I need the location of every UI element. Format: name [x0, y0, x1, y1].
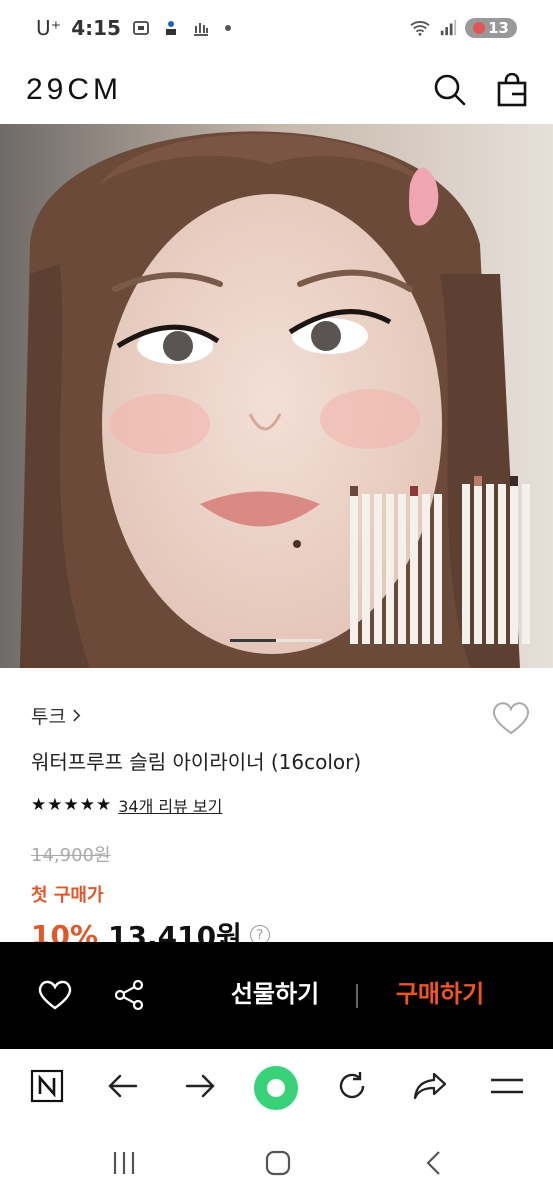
slide-indicator	[230, 639, 322, 642]
original-price: 14,900원	[31, 845, 111, 866]
carrier-label: U⁺	[36, 16, 62, 40]
bank-icon	[193, 23, 208, 36]
clock: 4:15	[71, 16, 121, 40]
gift-button[interactable]: 선물하기	[215, 974, 335, 1009]
rating-stars: ★★★★★	[31, 795, 113, 815]
browser-toolbar	[0, 1049, 553, 1129]
wishlist-heart-icon[interactable]	[491, 700, 531, 736]
product-name: 워터프루프 슬림 아이라이너 (16color)	[31, 750, 362, 774]
shopping-bag-icon[interactable]	[497, 73, 527, 107]
review-link[interactable]: 34개 리뷰 보기	[118, 793, 222, 817]
battery-level: 13	[488, 19, 509, 37]
buy-button[interactable]: 구매하기	[380, 974, 500, 1009]
app-header: 29CM	[0, 56, 553, 124]
purchase-action-bar: 선물하기 구매하기	[0, 942, 553, 1049]
product-image[interactable]	[0, 124, 553, 668]
forward-arrow-icon[interactable]	[183, 1069, 217, 1103]
refresh-icon[interactable]	[335, 1069, 369, 1103]
signal-icon	[440, 19, 457, 36]
battery-low-icon	[473, 22, 486, 34]
action-divider	[356, 984, 358, 1008]
review-summary: ★★★★★ 34개 리뷰 보기	[31, 793, 531, 817]
product-photo	[0, 124, 553, 668]
home-icon[interactable]	[264, 1149, 292, 1177]
first-purchase-label: 첫 구매가	[31, 885, 104, 906]
back-icon[interactable]	[420, 1149, 448, 1177]
slide-indicator-active	[230, 639, 276, 642]
brand-link[interactable]: 투크	[31, 690, 531, 740]
status-bar: U⁺ 4:15 13	[0, 0, 553, 56]
logo[interactable]: 29CM	[26, 73, 122, 107]
green-home-button-icon[interactable]	[253, 1065, 299, 1111]
product-pencils	[350, 476, 530, 644]
more-notifications-dot	[224, 25, 231, 31]
share-forward-icon[interactable]	[412, 1069, 448, 1103]
battery-indicator: 13	[465, 18, 517, 38]
naver-home-icon[interactable]	[30, 1069, 64, 1103]
app-notification-icon	[165, 21, 176, 35]
screenshot-icon	[133, 21, 149, 35]
system-navigation-bar	[0, 1129, 553, 1200]
search-icon[interactable]	[433, 73, 467, 107]
product-info: 투크 워터프루프 슬림 아이라이너 (16color) ★★★★★ 34개 리뷰…	[31, 690, 531, 955]
chevron-right-icon	[73, 709, 81, 721]
share-icon[interactable]	[112, 978, 146, 1012]
back-arrow-icon[interactable]	[106, 1069, 140, 1103]
slide-indicator-track	[276, 639, 322, 642]
brand-name[interactable]: 투크	[31, 702, 66, 729]
menu-icon[interactable]	[489, 1069, 525, 1103]
wifi-icon	[410, 21, 430, 36]
recent-apps-icon[interactable]	[110, 1149, 138, 1177]
like-heart-icon[interactable]	[37, 979, 73, 1011]
